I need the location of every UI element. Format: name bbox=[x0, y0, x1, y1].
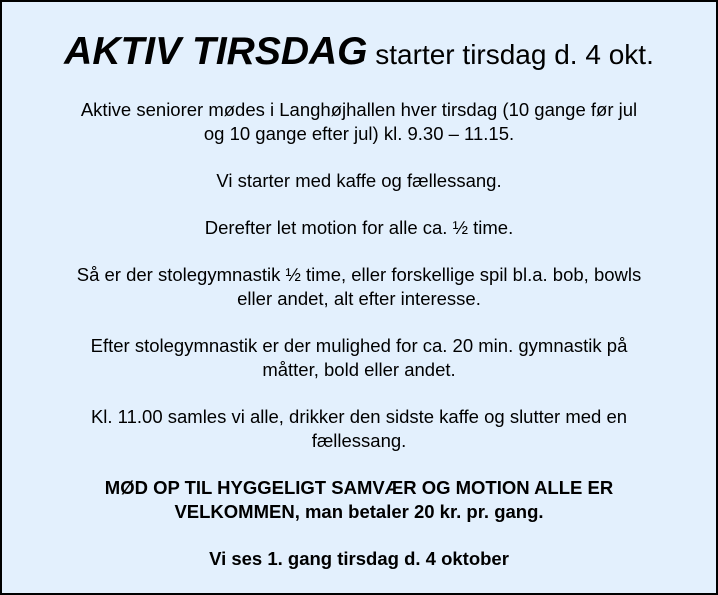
text-line: og 10 gange efter jul) kl. 9.30 – 11.15. bbox=[203, 123, 515, 144]
text-line: måtter, bold eller andet. bbox=[262, 359, 456, 380]
text-line: MØD OP TIL HYGGELIGT SAMVÆR OG MOTION AL… bbox=[104, 477, 614, 498]
paragraph-motion: Derefter let motion for alle ca. ½ time. bbox=[22, 216, 696, 240]
paragraph-see-you: Vi ses 1. gang tirsdag d. 4 oktober bbox=[22, 547, 696, 571]
text-line: fællessang. bbox=[311, 430, 407, 451]
paragraph-closing: Kl. 11.00 samles vi alle, drikker den si… bbox=[22, 405, 696, 453]
paragraph-coffee: Vi starter med kaffe og fællessang. bbox=[22, 169, 696, 193]
text-line: VELKOMMEN, man betaler 20 kr. pr. gang. bbox=[174, 501, 544, 522]
text-line: Derefter let motion for alle ca. ½ time. bbox=[204, 217, 514, 238]
paragraph-gymnastics: Efter stolegymnastik er der mulighed for… bbox=[22, 334, 696, 382]
title-main: AKTIV TIRSDAG bbox=[64, 30, 368, 73]
text-line: Efter stolegymnastik er der mulighed for… bbox=[90, 335, 628, 356]
announcement-title: AKTIV TIRSDAG starter tirsdag d. 4 okt. bbox=[2, 28, 716, 84]
text-line: Aktive seniorer mødes i Langhøjhallen hv… bbox=[80, 99, 638, 120]
paragraph-welcome: MØD OP TIL HYGGELIGT SAMVÆR OG MOTION AL… bbox=[22, 476, 696, 524]
title-sub: starter tirsdag d. 4 okt. bbox=[367, 39, 654, 70]
text-line: eller andet, alt efter interesse. bbox=[237, 288, 481, 309]
text-line: Vi starter med kaffe og fællessang. bbox=[216, 170, 502, 191]
announcement-box: AKTIV TIRSDAG starter tirsdag d. 4 okt. … bbox=[0, 0, 718, 595]
text-line: Kl. 11.00 samles vi alle, drikker den si… bbox=[90, 406, 628, 427]
announcement-body: Aktive seniorer mødes i Langhøjhallen hv… bbox=[22, 98, 696, 594]
paragraph-chair-gymnastics: Så er der stolegymnastik ½ time, eller f… bbox=[22, 263, 696, 311]
text-line: Så er der stolegymnastik ½ time, eller f… bbox=[76, 264, 642, 285]
paragraph-schedule: Aktive seniorer mødes i Langhøjhallen hv… bbox=[22, 98, 696, 146]
text-line: Vi ses 1. gang tirsdag d. 4 oktober bbox=[209, 548, 509, 569]
